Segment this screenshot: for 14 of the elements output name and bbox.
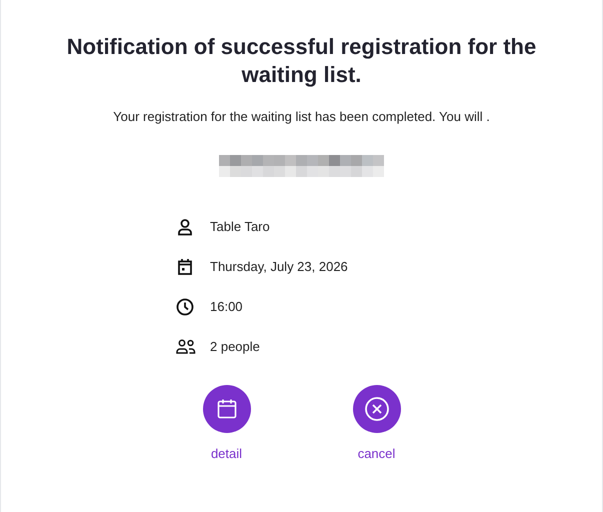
- calendar-icon: [214, 396, 238, 420]
- person-icon: [176, 218, 194, 236]
- action-link[interactable]: cancel: [358, 444, 396, 463]
- close-icon: [364, 396, 390, 422]
- message-text: Your registration for the waiting list has been completed. You will .: [113, 108, 490, 126]
- calendar-icon: [176, 258, 194, 276]
- page-title: Notification of successful registration for the waiting list.: [66, 33, 538, 89]
- action-link[interactable]: detail: [210, 444, 242, 463]
- people-icon: [176, 338, 196, 354]
- detail-text: 16:00: [210, 298, 243, 316]
- detail-text: Table Taro: [210, 218, 270, 236]
- detail-text: Thursday, July 23, 2026: [210, 258, 348, 276]
- clock-icon: [176, 298, 194, 316]
- detail-text: 2 people: [210, 338, 260, 356]
